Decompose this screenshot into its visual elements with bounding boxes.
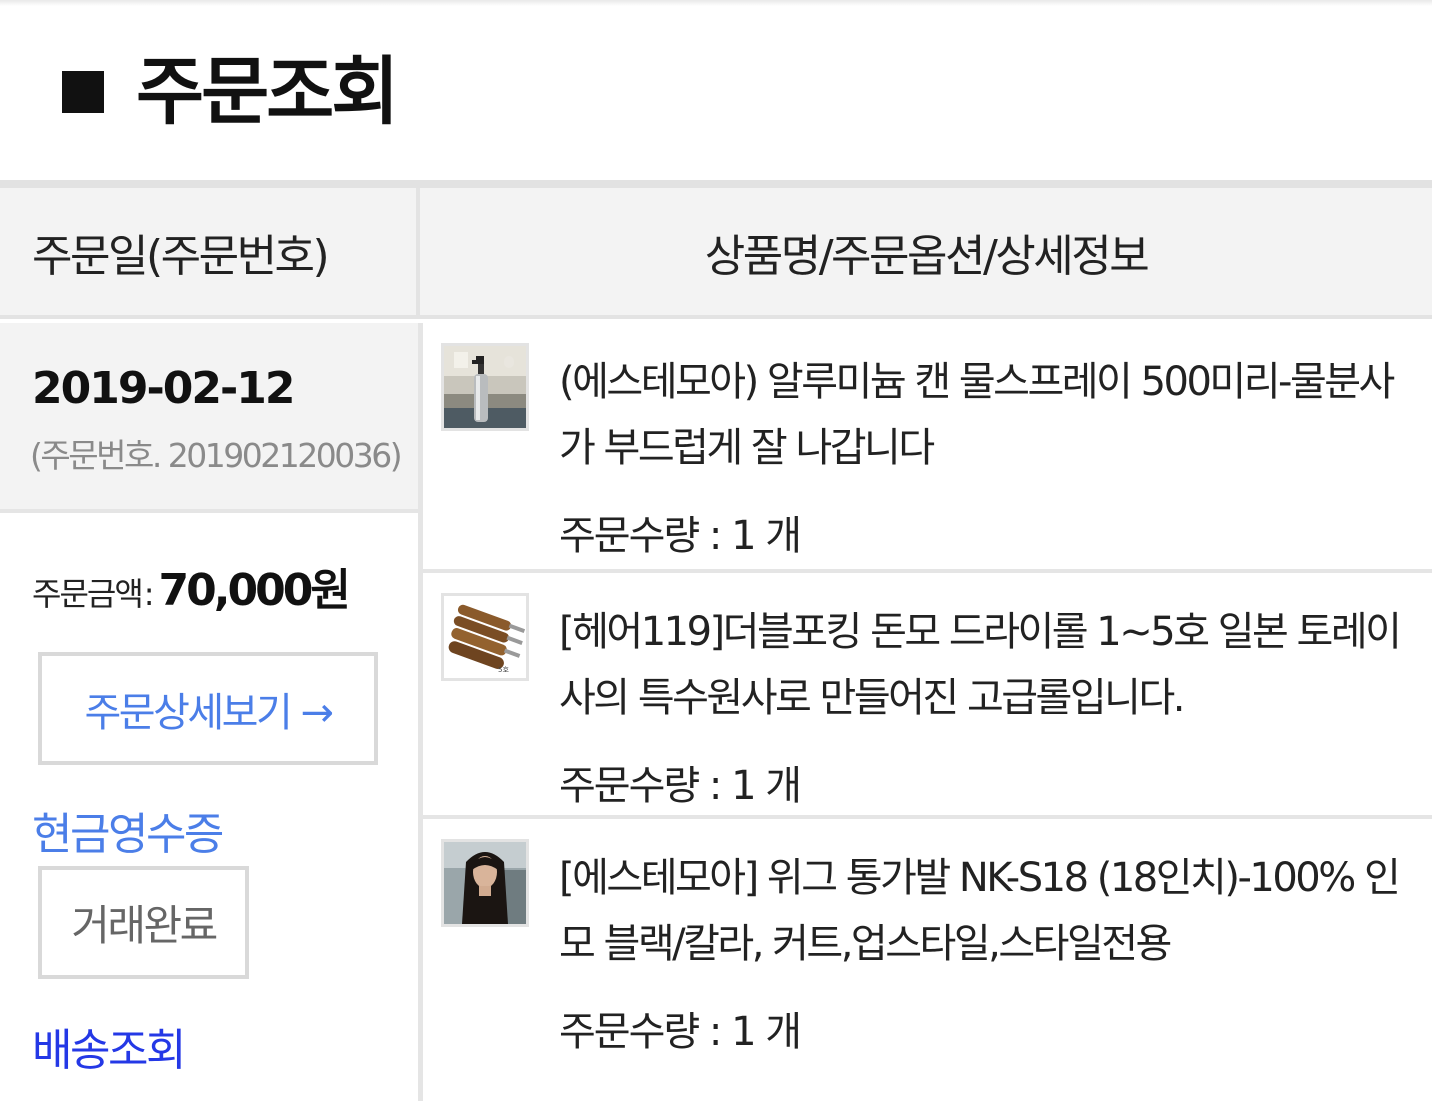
svg-text:5호: 5호 — [498, 666, 509, 674]
status-badge-label: 거래완료 — [71, 901, 218, 950]
order-amount-label: 주문금액 — [32, 575, 144, 613]
wig-thumbnail[interactable] — [441, 839, 529, 927]
page-header: 주문조회 — [62, 49, 399, 135]
status-badge: 거래완료 — [38, 866, 249, 979]
product-quantity: 주문수량 : 1 개 — [559, 513, 802, 559]
cash-receipt-link[interactable]: 현금영수증 — [32, 798, 224, 862]
order-date: 2019-02-12 — [32, 363, 295, 414]
brush-thumbnail[interactable]: 5호 — [441, 593, 529, 681]
list-item: (에스테모아) 알루미늄 캔 물스프레이 500미리-물분사가 부드럽게 잘 나… — [423, 323, 1432, 569]
colon-separator: : — [143, 575, 155, 613]
product-quantity: 주문수량 : 1 개 — [559, 763, 802, 809]
header-order-date: 주문일(주문번호) — [0, 188, 416, 319]
product-quantity: 주문수량 : 1 개 — [559, 1009, 802, 1055]
order-detail-button-label: 주문상세보기 → — [84, 689, 334, 736]
order-table: 주문일(주문번호) 상품명/주문옵션/상세정보 2019-02-12 (주문번호… — [0, 180, 1432, 1101]
spray-bottle-thumbnail[interactable] — [441, 343, 529, 431]
header-order-date-label: 주문일(주문번호) — [32, 230, 330, 282]
header-product-info-label: 상품명/주문옵션/상세정보 — [704, 230, 1150, 282]
delivery-tracking-link[interactable]: 배송조회 — [32, 1014, 186, 1078]
top-edge — [0, 0, 1432, 6]
list-item: 5호 [헤어119]더블포킹 돈모 드라이롤 1~5호 일본 토레이사의 특수원… — [423, 573, 1432, 819]
product-name[interactable]: (에스테모아) 알루미늄 캔 물스프레이 500미리-물분사가 부드럽게 잘 나… — [559, 349, 1411, 481]
product-name[interactable]: [헤어119]더블포킹 돈모 드라이롤 1~5호 일본 토레이사의 특수원사로 … — [559, 599, 1411, 731]
order-date-cell: 2019-02-12 (주문번호. 201902120036) — [0, 323, 418, 513]
order-detail-button[interactable]: 주문상세보기 → — [38, 652, 378, 765]
product-name[interactable]: [에스테모아] 위그 통가발 NK-S18 (18인치)-100% 인모 블랙/… — [559, 845, 1411, 977]
order-amount: 주문금액 : 70,000원 — [32, 554, 351, 618]
order-amount-value: 70,000원 — [158, 565, 351, 616]
square-bullet-icon — [62, 71, 104, 113]
header-product-info: 상품명/주문옵션/상세정보 — [420, 188, 1432, 319]
list-item: [에스테모아] 위그 통가발 NK-S18 (18인치)-100% 인모 블랙/… — [423, 819, 1432, 1065]
order-number: (주문번호. 201902120036) — [30, 436, 403, 475]
page-title: 주문조회 — [136, 49, 399, 135]
